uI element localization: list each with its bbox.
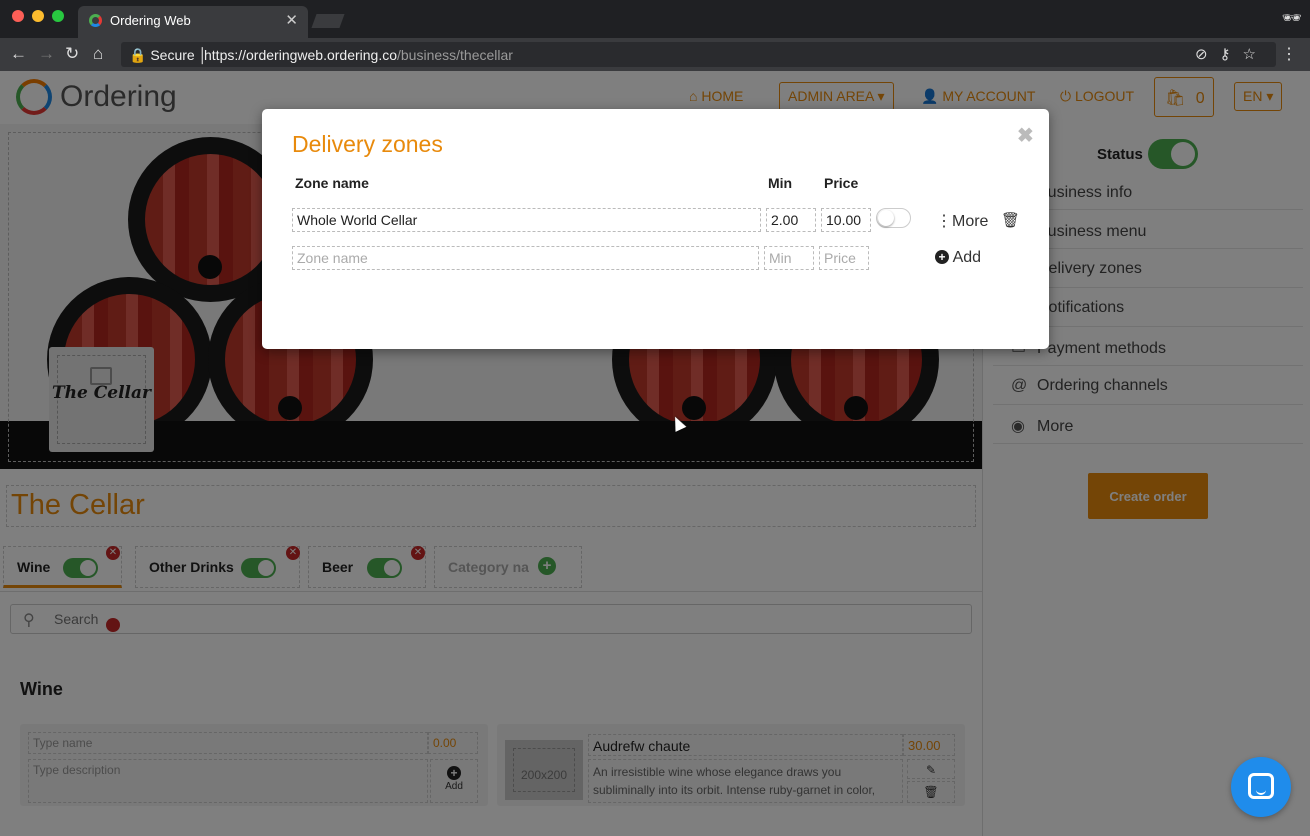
incognito-icon: 🕶 <box>1281 10 1302 27</box>
back-icon[interactable]: ← <box>10 44 27 64</box>
favicon-icon <box>89 14 102 27</box>
browser-tabbar: Ordering Web ✕ 🕶 <box>0 0 1310 38</box>
column-price: Price <box>824 175 859 191</box>
omnibox-icons[interactable]: ⊘⚷☆ <box>1195 45 1268 63</box>
zone-min-field[interactable] <box>766 208 816 232</box>
zone-name-field[interactable] <box>292 208 761 232</box>
zone-enabled-toggle[interactable] <box>876 208 911 228</box>
delivery-zones-modal: Delivery zones ✖ Zone name Min Price ⋮Mo… <box>262 109 1049 349</box>
new-zone-price-field[interactable] <box>819 246 869 270</box>
new-zone-min-field[interactable] <box>764 246 814 270</box>
chat-launcher[interactable] <box>1231 757 1291 817</box>
column-min: Min <box>768 175 793 191</box>
forward-icon[interactable]: → <box>38 44 55 64</box>
close-icon[interactable]: ✖ <box>1017 123 1034 148</box>
home-icon[interactable]: ⌂ <box>93 44 103 64</box>
url-text: https://orderingweb.ordering.co/business… <box>204 47 513 63</box>
browser-toolbar: ← → ↻ ⌂ 🔒 Secure │ https://orderingweb.o… <box>0 38 1310 71</box>
zone-price-field[interactable] <box>821 208 871 232</box>
trash-icon[interactable]: 🗑 <box>1001 211 1020 229</box>
browser-menu-icon[interactable]: ⋮ <box>1281 44 1297 64</box>
new-zone-name-field[interactable] <box>292 246 759 270</box>
plus-circle-icon: + <box>935 250 949 264</box>
secure-label: 🔒 Secure │ <box>129 47 208 63</box>
reload-icon[interactable]: ↻ <box>65 44 79 64</box>
tab-close-icon[interactable]: ✕ <box>285 11 298 29</box>
tab-title: Ordering Web <box>110 13 191 28</box>
new-tab-button[interactable] <box>311 14 345 28</box>
browser-tab[interactable]: Ordering Web ✕ <box>78 6 308 38</box>
zone-more-button[interactable]: ⋮More <box>936 211 988 231</box>
address-bar[interactable]: 🔒 Secure │ https://orderingweb.ordering.… <box>121 42 1276 67</box>
chat-icon <box>1248 773 1274 799</box>
modal-title: Delivery zones <box>292 131 443 157</box>
column-zone-name: Zone name <box>295 175 369 191</box>
minimize-window-button[interactable] <box>32 10 44 22</box>
add-zone-button[interactable]: + Add <box>935 249 981 267</box>
vertical-dots-icon: ⋮ <box>936 213 952 230</box>
maximize-window-button[interactable] <box>52 10 64 22</box>
close-window-button[interactable] <box>12 10 24 22</box>
